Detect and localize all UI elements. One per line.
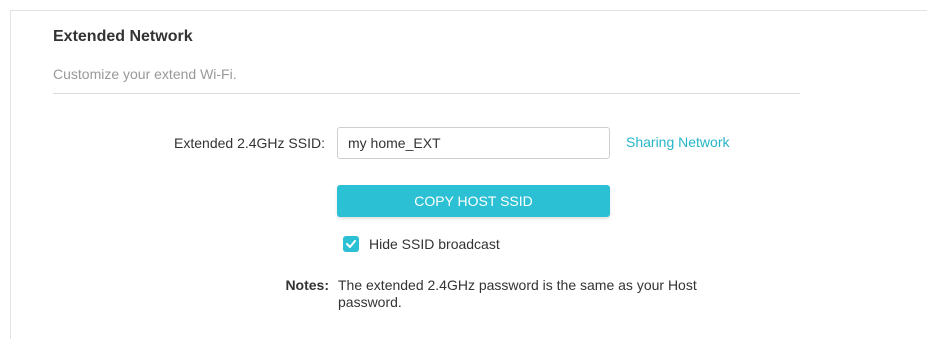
copy-host-ssid-button[interactable]: COPY HOST SSID [337, 185, 610, 217]
hide-ssid-checkbox[interactable] [343, 236, 359, 252]
hide-ssid-checkbox-row[interactable]: Hide SSID broadcast [343, 235, 500, 253]
hide-ssid-label: Hide SSID broadcast [369, 236, 500, 252]
checkmark-icon [346, 240, 356, 248]
ssid-label: Extended 2.4GHz SSID: [174, 135, 325, 151]
notes-label: Notes: [285, 277, 329, 293]
sharing-network-link[interactable]: Sharing Network [626, 134, 730, 150]
section-description: Customize your extend Wi-Fi. [53, 66, 237, 82]
notes-text: The extended 2.4GHz password is the same… [338, 277, 697, 310]
divider [53, 93, 800, 94]
ssid-input[interactable] [337, 127, 610, 159]
section-title: Extended Network [53, 28, 193, 45]
